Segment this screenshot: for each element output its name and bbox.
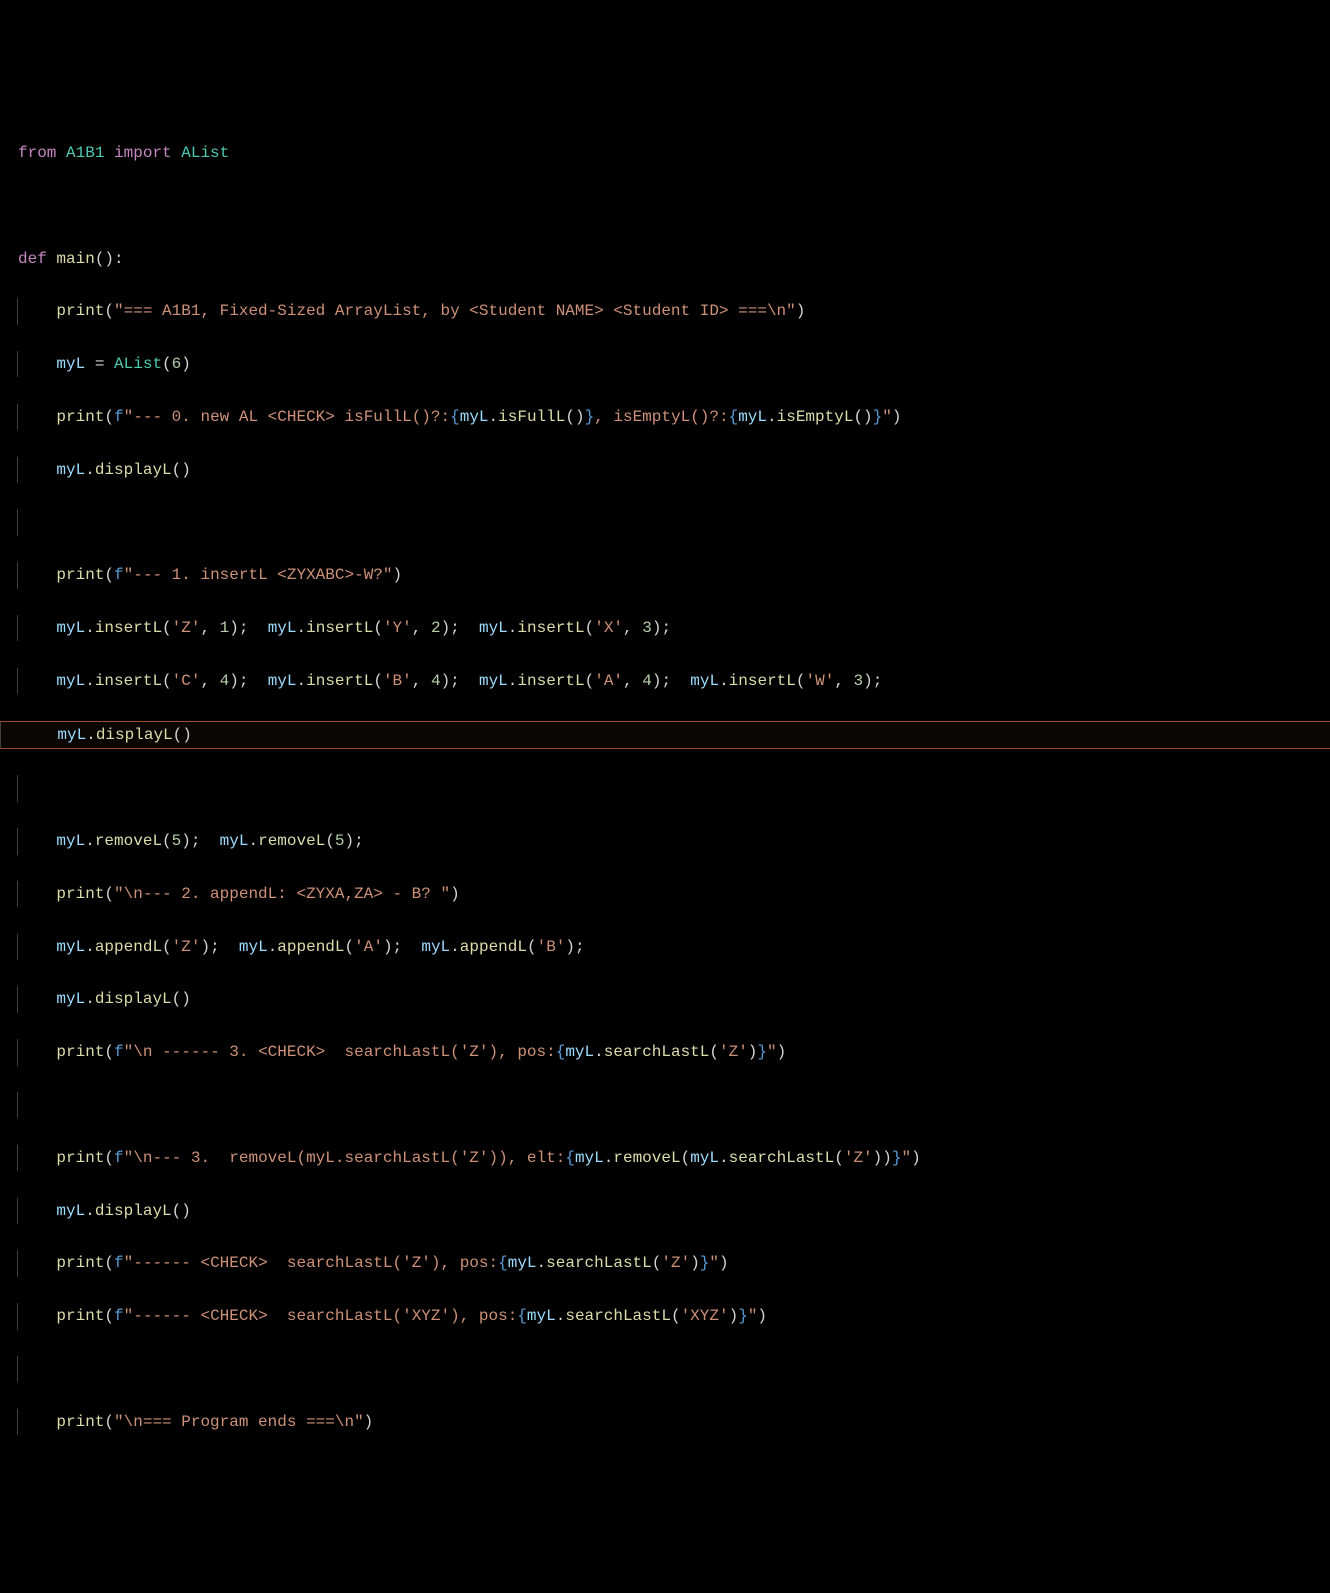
- code-line[interactable]: myL = AList(6): [17, 351, 1330, 377]
- code-line[interactable]: print(f"--- 0. new AL <CHECK> isFullL()?…: [17, 404, 1330, 430]
- code-line[interactable]: print("\n=== Program ends ===\n"): [17, 1409, 1330, 1435]
- variable: myL: [56, 355, 85, 373]
- code-line[interactable]: print(f"\n ------ 3. <CHECK> searchLastL…: [17, 1039, 1330, 1065]
- function-name: main: [56, 250, 94, 268]
- code-line[interactable]: from A1B1 import AList: [18, 140, 1330, 166]
- call: print: [56, 302, 104, 320]
- code-line[interactable]: myL.removeL(5); myL.removeL(5);: [17, 828, 1330, 854]
- class-name: AList: [181, 144, 229, 162]
- code-line[interactable]: myL.appendL('Z'); myL.appendL('A'); myL.…: [17, 934, 1330, 960]
- code-line[interactable]: print(f"--- 1. insertL <ZYXABC>-W?"): [17, 562, 1330, 588]
- code-line[interactable]: myL.displayL(): [17, 1198, 1330, 1224]
- code-line[interactable]: [18, 193, 1330, 219]
- code-line[interactable]: myL.displayL(): [17, 457, 1330, 483]
- code-line[interactable]: def main():: [18, 246, 1330, 272]
- code-line[interactable]: print(f"------ <CHECK> searchLastL('XYZ'…: [17, 1303, 1330, 1329]
- code-editor[interactable]: from A1B1 import AList def main(): print…: [18, 114, 1330, 1462]
- code-line[interactable]: [17, 1356, 1330, 1382]
- code-line-highlighted[interactable]: myL.displayL(): [0, 721, 1330, 749]
- code-line[interactable]: [17, 775, 1330, 801]
- string-literal: "=== A1B1, Fixed-Sized ArrayList, by <St…: [114, 302, 796, 320]
- code-line[interactable]: print("\n--- 2. appendL: <ZYXA,ZA> - B? …: [17, 881, 1330, 907]
- keyword-def: def: [18, 250, 47, 268]
- code-line[interactable]: [17, 1092, 1330, 1118]
- code-line[interactable]: print("=== A1B1, Fixed-Sized ArrayList, …: [17, 298, 1330, 324]
- number: 6: [172, 355, 182, 373]
- module-name: A1B1: [66, 144, 104, 162]
- keyword-import: import: [114, 144, 172, 162]
- code-line[interactable]: [17, 509, 1330, 535]
- code-line[interactable]: myL.insertL('Z', 1); myL.insertL('Y', 2)…: [17, 615, 1330, 641]
- class-name: AList: [114, 355, 162, 373]
- code-line[interactable]: print(f"\n--- 3. removeL(myL.searchLastL…: [17, 1145, 1330, 1171]
- code-line[interactable]: print(f"------ <CHECK> searchLastL('Z'),…: [17, 1250, 1330, 1276]
- keyword-from: from: [18, 144, 56, 162]
- code-line[interactable]: myL.insertL('C', 4); myL.insertL('B', 4)…: [17, 668, 1330, 694]
- code-line[interactable]: myL.displayL(): [17, 986, 1330, 1012]
